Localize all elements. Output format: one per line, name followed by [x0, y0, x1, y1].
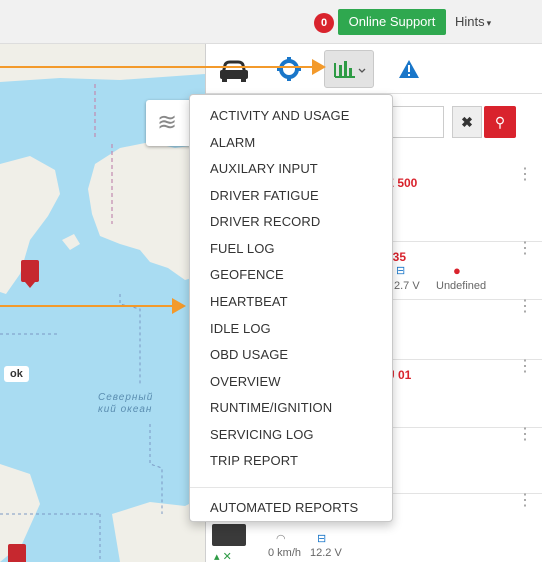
menu-item-heartbeat[interactable]: HEARTBEAT — [210, 294, 288, 309]
menu-item-geofence[interactable]: GEOFENCE — [210, 267, 284, 282]
menu-item-servicing-log[interactable]: SERVICING LOG — [210, 427, 314, 442]
menu-item-driver-record[interactable]: DRIVER RECORD — [210, 214, 320, 229]
menu-item-activity-and-usage[interactable]: ACTIVITY AND USAGE — [210, 108, 350, 123]
menu-item-driver-fatigue[interactable]: DRIVER FATIGUE — [210, 188, 319, 203]
menu-item-auxilary-input[interactable]: AUXILARY INPUT — [210, 161, 318, 176]
menu-item-idle-log[interactable]: IDLE LOG — [210, 321, 271, 336]
menu-divider — [190, 487, 392, 488]
menu-item-overview[interactable]: OVERVIEW — [210, 374, 281, 389]
reports-dropdown-menu: ACTIVITY AND USAGE ALARM AUXILARY INPUT … — [189, 94, 393, 522]
menu-item-alarm[interactable]: ALARM — [210, 135, 255, 150]
menu-item-obd-usage[interactable]: OBD USAGE — [210, 347, 288, 362]
menu-item-fuel-log[interactable]: FUEL LOG — [210, 241, 275, 256]
menu-item-runtime-ignition[interactable]: RUNTIME/IGNITION — [210, 400, 332, 415]
menu-item-trip-report[interactable]: TRIP REPORT — [210, 453, 298, 468]
app-root: 0 Online Support Hints ▾ ≋ ok Северный к… — [0, 0, 542, 562]
menu-item-automated-reports[interactable]: AUTOMATED REPORTS — [210, 500, 358, 515]
